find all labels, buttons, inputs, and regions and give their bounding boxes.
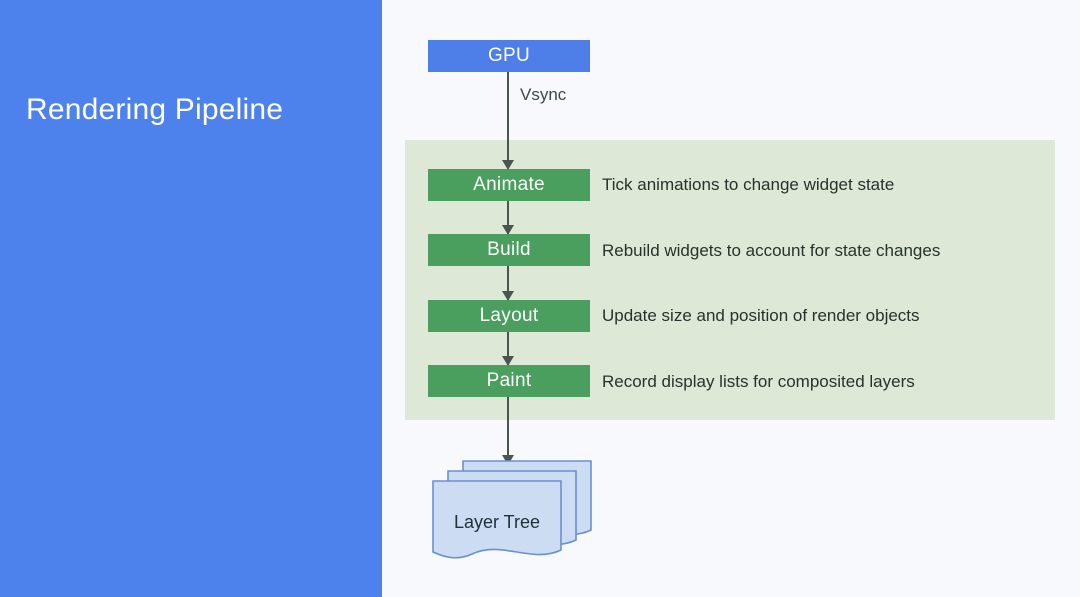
slide: Rendering Pipeline GPU Vsync Animate Tic… <box>0 0 1080 597</box>
node-build-label: Build <box>487 239 531 260</box>
description-paint: Record display lists for composited laye… <box>602 372 915 391</box>
node-animate-label: Animate <box>473 174 545 195</box>
node-build: Build <box>428 234 590 266</box>
diagram-area: GPU Vsync Animate Tick animations to cha… <box>382 0 1080 597</box>
description-build: Rebuild widgets to account for state cha… <box>602 241 941 260</box>
node-animate: Animate <box>428 169 590 201</box>
node-gpu: GPU <box>428 40 590 72</box>
connector-gpu-to-animate <box>507 72 509 169</box>
description-animate: Tick animations to change widget state <box>602 175 895 194</box>
node-layer-tree-label: Layer Tree <box>453 512 541 532</box>
node-layer-tree: Layer Tree <box>432 460 592 565</box>
page-title: Rendering Pipeline <box>26 93 284 126</box>
node-layout: Layout <box>428 300 590 332</box>
node-paint: Paint <box>428 365 590 397</box>
node-layout-label: Layout <box>479 305 539 326</box>
node-gpu-label: GPU <box>487 45 531 66</box>
title-panel: Rendering Pipeline <box>0 0 382 597</box>
vsync-label: Vsync <box>520 85 567 104</box>
description-layout: Update size and position of render objec… <box>602 306 920 325</box>
node-paint-label: Paint <box>486 370 532 391</box>
connector-paint-to-layer-tree <box>507 397 509 464</box>
